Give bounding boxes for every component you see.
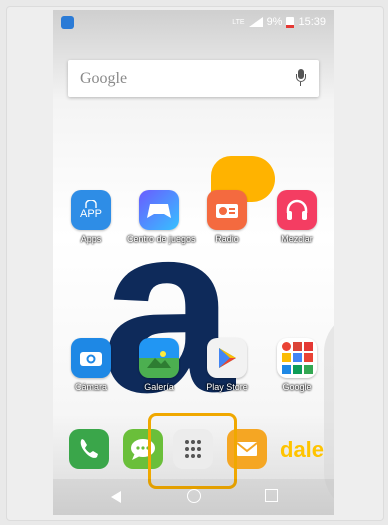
- status-bar: LTE 9% 15:39: [53, 10, 334, 36]
- app-galeria[interactable]: Galería: [127, 338, 191, 392]
- battery-icon: [286, 16, 295, 28]
- navigation-bar: [53, 479, 334, 515]
- gallery-icon: [139, 338, 179, 378]
- app-label: Mezclar: [281, 234, 313, 244]
- app-label: Apps: [80, 234, 102, 244]
- notification-app-icon: [61, 16, 74, 29]
- google-search-bar[interactable]: Google: [68, 60, 319, 97]
- app-google-folder[interactable]: Google: [265, 338, 329, 392]
- app-icon-text: APP: [79, 208, 102, 220]
- app-label: Google: [282, 382, 312, 392]
- app-label: Radio: [215, 234, 239, 244]
- app-label: Play Store: [206, 382, 248, 392]
- app-radio[interactable]: Radio: [195, 190, 259, 244]
- status-indicators: LTE 9% 15:39: [232, 16, 326, 28]
- network-type: LTE: [232, 18, 245, 26]
- clock: 15:39: [298, 16, 326, 28]
- app-camara[interactable]: Cámara: [59, 338, 123, 392]
- app-centro-de-juegos[interactable]: Centro de juegos: [127, 190, 196, 244]
- google-folder-icon: [277, 338, 317, 378]
- bag-icon: APP: [71, 190, 111, 230]
- phone-screen: a LTE 9% 15:39 Google APP Apps Centro de…: [53, 10, 334, 515]
- camera-icon: [71, 338, 111, 378]
- dale-brand-text: dale: [280, 437, 325, 462]
- play-store-icon: [207, 338, 247, 378]
- signal-icon: [248, 17, 263, 27]
- radio-icon: [207, 190, 247, 230]
- highlight-box: [148, 413, 237, 489]
- search-label: Google: [80, 70, 128, 87]
- battery-percent: 9%: [266, 16, 283, 28]
- back-icon[interactable]: [111, 491, 121, 503]
- recents-icon[interactable]: [265, 489, 278, 502]
- mic-icon[interactable]: [296, 69, 306, 87]
- app-play-store[interactable]: Play Store: [195, 338, 259, 392]
- phone-icon: [80, 439, 98, 458]
- headphones-icon: [277, 190, 317, 230]
- app-label: Galería: [144, 382, 174, 392]
- app-mezclar[interactable]: Mezclar: [265, 190, 329, 244]
- gamepad-icon: [139, 190, 179, 230]
- home-icon[interactable]: [187, 489, 201, 503]
- app-apps[interactable]: APP Apps: [59, 190, 123, 244]
- app-label: Cámara: [74, 382, 107, 392]
- phone-dock-button[interactable]: [69, 429, 109, 469]
- app-label: Centro de juegos: [127, 234, 196, 244]
